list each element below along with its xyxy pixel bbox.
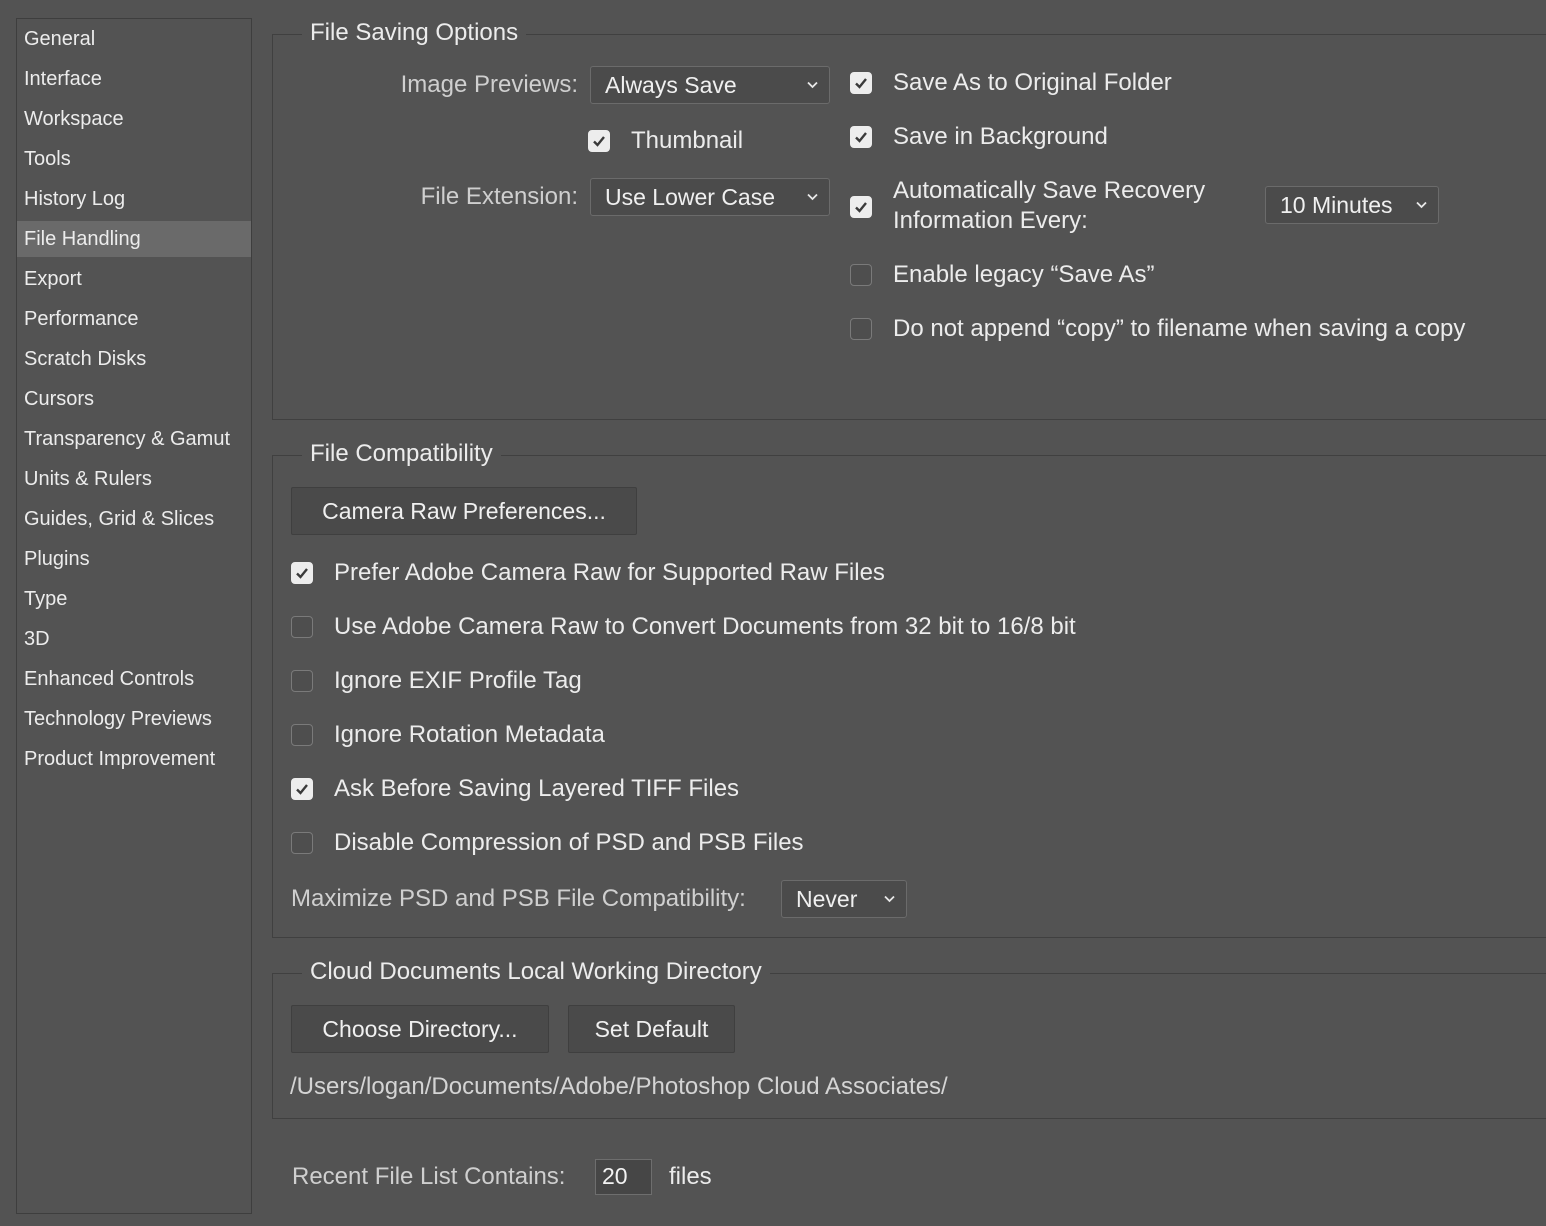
thumbnail-label: Thumbnail [631,127,744,154]
file-compatibility-title: File Compatibility [302,439,501,469]
auto-save-recovery-label-line1: Automatically Save Recovery [893,177,1206,204]
file-extension-select[interactable]: Use Lower Case [590,178,830,216]
chevron-down-icon [884,895,895,903]
checkmark-icon [855,132,867,143]
cloud-documents-title: Cloud Documents Local Working Directory [302,957,770,987]
ask-layered-tiff-checkbox[interactable] [291,778,313,800]
image-previews-select[interactable]: Always Save [590,66,830,104]
auto-save-recovery-checkbox[interactable] [850,196,872,218]
sidebar-item-transparency-gamut[interactable]: Transparency & Gamut [17,421,251,457]
enable-legacy-save-as-label: Enable legacy “Save As” [893,261,1155,288]
maximize-compatibility-value: Never [796,886,858,912]
sidebar-item-interface[interactable]: Interface [17,61,251,97]
image-previews-label: Image Previews: [400,71,578,98]
ignore-rotation-checkbox[interactable] [291,724,313,746]
image-previews-value: Always Save [605,72,737,98]
save-in-background-checkbox[interactable] [850,126,872,148]
sidebar-item-scratch-disks[interactable]: Scratch Disks [17,341,251,377]
sidebar-item-history-log[interactable]: History Log [17,181,251,217]
checkmark-icon [855,78,867,89]
sidebar-item-plugins[interactable]: Plugins [17,541,251,577]
sidebar-item-export[interactable]: Export [17,261,251,297]
sidebar-item-product-improvement[interactable]: Product Improvement [17,741,251,777]
cloud-directory-path: /Users/logan/Documents/Adobe/Photoshop C… [290,1073,948,1100]
camera-raw-convert-label: Use Adobe Camera Raw to Convert Document… [334,613,1076,640]
sidebar-item-3d[interactable]: 3D [17,621,251,657]
chevron-down-icon [807,81,818,89]
preferences-sidebar: General Interface Workspace Tools Histor… [16,18,252,1214]
file-extension-value: Use Lower Case [605,184,776,210]
disable-compression-label: Disable Compression of PSD and PSB Files [334,829,804,856]
sidebar-item-workspace[interactable]: Workspace [17,101,251,137]
auto-save-recovery-label-line2: Information Every: [893,207,1088,234]
sidebar-item-technology-previews[interactable]: Technology Previews [17,701,251,737]
save-as-original-folder-checkbox[interactable] [850,72,872,94]
sidebar-item-tools[interactable]: Tools [17,141,251,177]
ignore-rotation-label: Ignore Rotation Metadata [334,721,605,748]
save-in-background-label: Save in Background [893,123,1108,150]
file-saving-options-title: File Saving Options [302,18,527,48]
sidebar-item-type[interactable]: Type [17,581,251,617]
thumbnail-checkbox[interactable] [588,130,610,152]
checkmark-icon [296,784,308,795]
auto-save-interval-select[interactable]: 10 Minutes [1265,186,1439,224]
sidebar-item-general[interactable]: General [17,21,251,57]
sidebar-item-enhanced-controls[interactable]: Enhanced Controls [17,661,251,697]
prefer-camera-raw-checkbox[interactable] [291,562,313,584]
chevron-down-icon [807,193,818,201]
save-as-original-folder-label: Save As to Original Folder [893,69,1172,96]
recent-file-suffix: files [669,1163,712,1190]
sidebar-item-units-rulers[interactable]: Units & Rulers [17,461,251,497]
disable-compression-checkbox[interactable] [291,832,313,854]
prefer-camera-raw-label: Prefer Adobe Camera Raw for Supported Ra… [334,559,885,586]
checkmark-icon [855,202,867,213]
enable-legacy-save-as-checkbox[interactable] [850,264,872,286]
maximize-compatibility-select[interactable]: Never [781,880,907,918]
sidebar-item-guides-grid-slices[interactable]: Guides, Grid & Slices [17,501,251,537]
checkmark-icon [296,568,308,579]
chevron-down-icon [1416,201,1427,209]
maximize-compatibility-label: Maximize PSD and PSB File Compatibility: [291,885,746,912]
checkmark-icon [593,136,605,147]
ask-layered-tiff-label: Ask Before Saving Layered TIFF Files [334,775,740,802]
camera-raw-preferences-button[interactable]: Camera Raw Preferences... [291,487,637,535]
no-append-copy-checkbox[interactable] [850,318,872,340]
sidebar-item-cursors[interactable]: Cursors [17,381,251,417]
sidebar-item-performance[interactable]: Performance [17,301,251,337]
set-default-button[interactable]: Set Default [568,1005,735,1053]
recent-file-count-input[interactable]: 20 [595,1159,652,1195]
ignore-exif-checkbox[interactable] [291,670,313,692]
sidebar-item-file-handling[interactable]: File Handling [17,221,251,257]
ignore-exif-label: Ignore EXIF Profile Tag [334,667,582,694]
no-append-copy-label: Do not append “copy” to filename when sa… [893,315,1466,342]
camera-raw-convert-checkbox[interactable] [291,616,313,638]
file-extension-label: File Extension: [420,183,578,210]
auto-save-interval-value: 10 Minutes [1280,192,1393,218]
recent-file-list-label: Recent File List Contains: [292,1163,566,1190]
choose-directory-button[interactable]: Choose Directory... [291,1005,549,1053]
